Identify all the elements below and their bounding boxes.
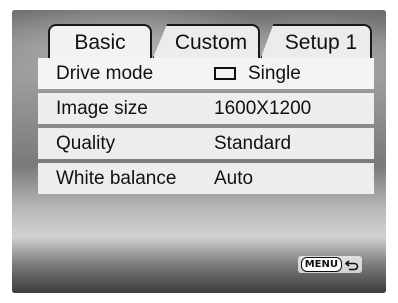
tab-basic-label: Basic: [74, 31, 126, 54]
menu-item-label: Quality: [56, 132, 116, 154]
menu-back-hint[interactable]: MENU: [297, 256, 362, 273]
return-arrow-icon: [345, 259, 359, 270]
tab-setup-1[interactable]: Setup 1: [260, 24, 372, 60]
menu-item-value: Standard: [214, 132, 292, 154]
single-frame-icon: [214, 67, 236, 80]
menu-item-value: Auto: [214, 167, 254, 189]
menu-item-value: Single: [214, 63, 301, 85]
menu-item-white-balance[interactable]: White balance Auto: [38, 163, 374, 194]
menu-key-icon: MENU: [300, 257, 342, 272]
tab-setup-1-label: Setup 1: [284, 31, 358, 54]
menu-item-label: White balance: [56, 167, 177, 189]
tab-custom-label: Custom: [174, 31, 248, 54]
settings-menu: Drive mode Single Image size 1600X1200 Q…: [38, 58, 374, 198]
menu-item-drive-mode[interactable]: Drive mode Single: [38, 58, 374, 89]
tab-custom[interactable]: Custom: [152, 24, 260, 60]
drive-mode-value: Single: [248, 62, 301, 84]
menu-item-label: Image size: [56, 97, 148, 119]
menu-item-value: 1600X1200: [214, 97, 312, 119]
menu-item-quality[interactable]: Quality Standard: [38, 128, 374, 159]
camera-lcd-screen: Basic Custom Setup 1 Drive mode Single I…: [12, 10, 386, 293]
menu-item-label: Drive mode: [56, 62, 154, 84]
menu-item-image-size[interactable]: Image size 1600X1200: [38, 93, 374, 124]
tab-basic[interactable]: Basic: [48, 24, 152, 60]
